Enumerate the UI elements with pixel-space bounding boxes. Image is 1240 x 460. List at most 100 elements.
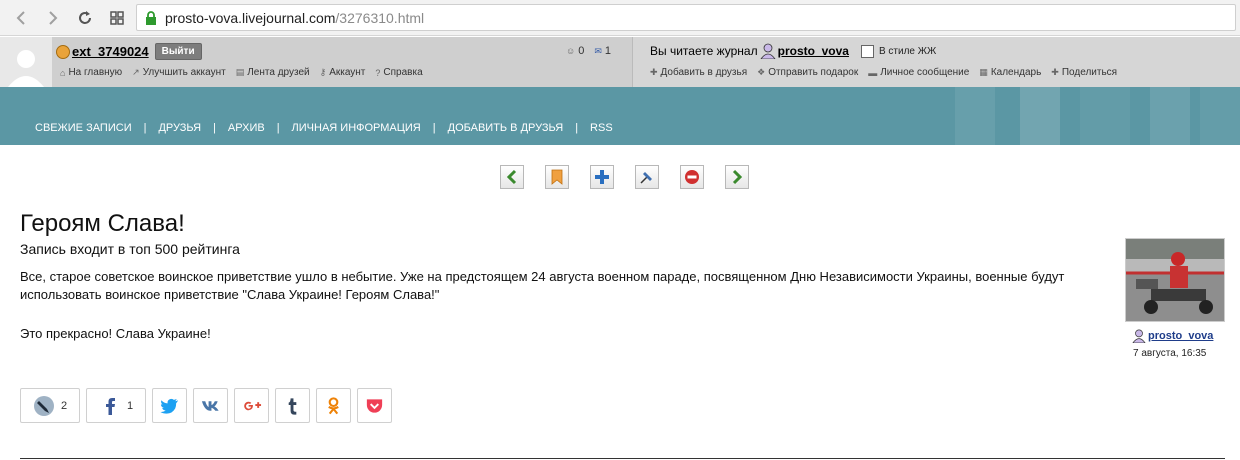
url-path: /3276310.html	[335, 9, 425, 26]
twitter-icon	[160, 398, 179, 414]
speech-bubble-icon: ▬	[868, 67, 878, 78]
menu-help-label: Справка	[383, 67, 423, 78]
comments-count: 0	[578, 45, 585, 57]
bookmark-button[interactable]	[545, 165, 569, 189]
facebook-icon	[105, 397, 115, 415]
comments-counter[interactable]: ☺ 0	[566, 45, 584, 57]
nav-archive[interactable]: АРХИВ	[228, 122, 265, 134]
nav-profile[interactable]: ЛИЧНАЯ ИНФОРМАЦИЯ	[292, 122, 421, 134]
post-date[interactable]: 7 августа, 16:35	[1133, 348, 1206, 359]
menu-home-label: На главную	[68, 67, 123, 78]
envelope-icon: ✉	[594, 45, 602, 56]
bookmark-icon	[551, 169, 563, 185]
journal-header: СВЕЖИЕ ЗАПИСИ | ДРУЗЬЯ | АРХИВ | ЛИЧНАЯ …	[0, 87, 1240, 145]
share-gplus-button[interactable]	[234, 388, 269, 423]
arrow-left-icon	[16, 10, 25, 25]
content-divider	[20, 458, 1225, 459]
lj-style-label: В стиле ЖЖ	[878, 45, 937, 57]
add-friend-link[interactable]: ✚ Добавить в друзья	[650, 67, 747, 78]
arrow-right-icon	[49, 10, 58, 25]
nav-separator: |	[575, 122, 579, 134]
back-button[interactable]	[10, 7, 32, 29]
tumblr-icon	[288, 397, 297, 415]
vk-icon	[201, 400, 219, 411]
share-tumblr-button[interactable]	[275, 388, 310, 423]
reload-button[interactable]	[74, 7, 96, 29]
plus-icon	[595, 170, 609, 184]
upgrade-icon: ↗	[132, 67, 140, 77]
menu-account[interactable]: ⚷ Аккаунт	[320, 67, 366, 78]
apps-button[interactable]	[106, 7, 128, 29]
address-bar[interactable]: prosto-vova.livejournal.com/3276310.html	[136, 4, 1236, 31]
current-username[interactable]: ext_3749024	[72, 44, 149, 59]
nav-recent-entries[interactable]: СВЕЖИЕ ЗАПИСИ	[35, 122, 132, 134]
nav-separator: |	[213, 122, 216, 134]
google-plus-icon	[244, 401, 262, 410]
menu-upgrade[interactable]: ↗ Улучшить аккаунт	[132, 67, 226, 78]
logout-button[interactable]: Выйти	[154, 43, 202, 60]
journal-username[interactable]: prosto_vova	[778, 44, 849, 58]
menu-account-label: Аккаунт	[329, 67, 366, 78]
previous-entry-button[interactable]	[500, 165, 524, 189]
chevron-left-icon	[506, 169, 517, 185]
author-userpic[interactable]	[1125, 238, 1225, 322]
entry-actions	[500, 165, 749, 189]
messages-counter[interactable]: ✉ 1	[594, 45, 611, 57]
menu-home[interactable]: ⌂ На главную	[60, 67, 122, 78]
lj-user-panel: ext_3749024 Выйти ☺ 0 ✉ 1 ⌂ На главную ↗ Улу…	[0, 37, 1240, 87]
menu-friends-feed-label: Лента друзей	[247, 67, 310, 78]
share-lj-button[interactable]: 2	[20, 388, 80, 423]
nav-add-friend[interactable]: ДОБАВИТЬ В ДРУЗЬЯ	[448, 122, 564, 134]
post-body-paragraph: Это прекрасно! Слава Украине!	[20, 326, 211, 341]
send-gift-link[interactable]: ❖ Отправить подарок	[757, 67, 858, 78]
post-title: Героям Слава!	[20, 210, 185, 237]
flag-button[interactable]	[680, 165, 704, 189]
share-facebook-button[interactable]: 1	[86, 388, 146, 423]
go-kart-photo	[1126, 239, 1224, 321]
share-facebook-count: 1	[126, 399, 134, 412]
default-avatar-icon	[8, 50, 44, 87]
header-decoration	[1150, 87, 1190, 145]
nav-friends[interactable]: ДРУЗЬЯ	[158, 122, 201, 134]
share-link[interactable]: ✚ Поделиться	[1051, 67, 1117, 78]
share-twitter-button[interactable]	[152, 388, 187, 423]
help-icon: ?	[375, 67, 381, 78]
user-avatar[interactable]	[0, 37, 52, 87]
reload-icon	[79, 10, 91, 24]
author-link[interactable]: prosto_vova	[1132, 329, 1213, 343]
post-rating-note[interactable]: Запись входит в топ 500 рейтинга	[20, 241, 240, 257]
next-entry-button[interactable]	[725, 165, 749, 189]
share-buttons: 2 1	[20, 388, 392, 423]
lock-icon	[146, 10, 156, 25]
url-host: prosto-vova.livejournal.com	[165, 9, 336, 26]
livejournal-icon	[33, 395, 54, 416]
key-icon: ⚷	[319, 67, 327, 77]
share-vk-button[interactable]	[193, 388, 228, 423]
reading-label: Вы читаете журнал	[650, 44, 758, 58]
tag-button[interactable]	[635, 165, 659, 189]
share-ok-button[interactable]	[316, 388, 351, 423]
header-decoration	[955, 87, 995, 145]
user-icon	[1132, 329, 1146, 343]
journal-nav: СВЕЖИЕ ЗАПИСИ | ДРУЗЬЯ | АРХИВ | ЛИЧНАЯ …	[35, 122, 613, 134]
plus-icon: ✚	[1051, 67, 1059, 77]
share-lj-count: 2	[60, 399, 68, 412]
lj-style-checkbox[interactable]	[860, 44, 874, 58]
share-pocket-button[interactable]	[357, 388, 392, 423]
add-memory-button[interactable]	[590, 165, 614, 189]
header-decoration	[1080, 87, 1130, 145]
private-message-link[interactable]: ▬ Личное сообщение	[868, 67, 969, 78]
chevron-right-icon	[732, 169, 743, 185]
feed-icon: ▤	[235, 67, 245, 77]
nav-separator: |	[143, 122, 147, 134]
calendar-icon: ▦	[979, 67, 988, 77]
calendar-link[interactable]: ▦ Календарь	[979, 67, 1041, 78]
menu-help[interactable]: ? Справка	[375, 67, 422, 78]
share-label: Поделиться	[1061, 67, 1118, 78]
gift-icon: ❖	[757, 67, 766, 77]
menu-friends-feed[interactable]: ▤ Лента друзей	[236, 67, 310, 78]
nav-rss[interactable]: RSS	[590, 122, 613, 134]
header-decoration	[1200, 87, 1240, 145]
forward-button[interactable]	[42, 7, 64, 29]
send-gift-label: Отправить подарок	[768, 67, 859, 78]
